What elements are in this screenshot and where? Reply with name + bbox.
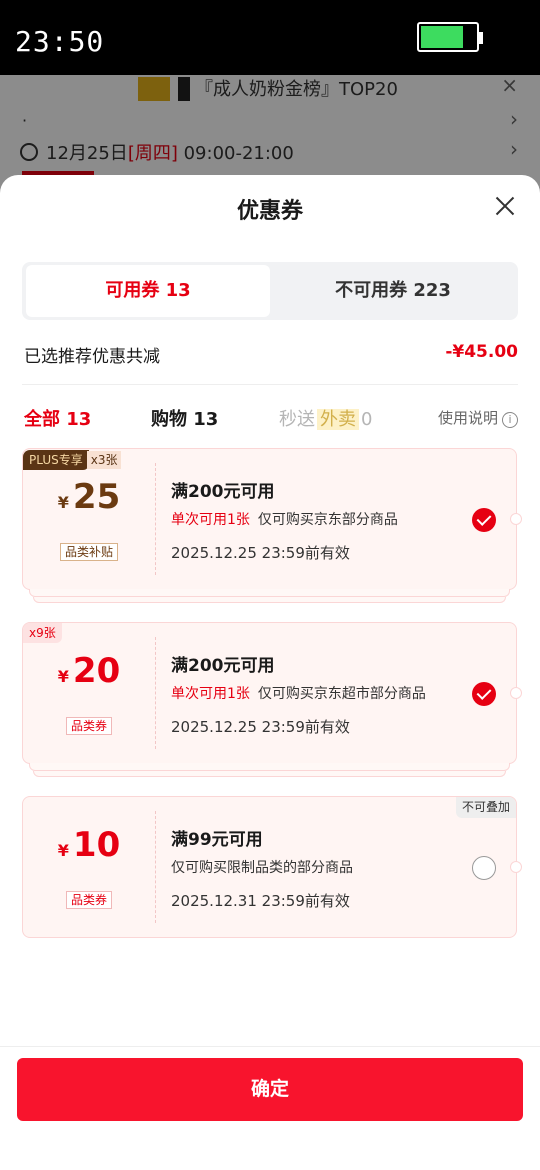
coupon-notch [510,861,522,873]
coupon-notch [510,513,522,525]
coupon-condition: 满99元可用 [171,830,263,850]
status-bar: 23:50 [0,0,540,75]
coupon-separator [155,811,156,923]
checkmark-icon[interactable] [472,682,496,706]
battery-icon [417,22,483,52]
coupon-expiry: 2025.12.25 23:59前有效 [171,718,350,736]
coupon-count-badge: x9张 [23,623,62,643]
coupon-stack-edge [29,763,510,771]
coupon-value: 20 [72,651,121,691]
plus-exclusive-badge: PLUS专享 x3张 [23,449,122,471]
saved-value: -¥45.00 [445,342,518,362]
coupon-category: 品类补贴 [23,541,155,561]
coupon-value: 25 [72,477,121,517]
coupon-count-badge: x3张 [86,451,122,469]
coupon-category: 品类券 [23,715,155,735]
status-time: 23:50 [15,25,105,58]
coupon-category-label: 品类券 [65,717,112,735]
coupon-category-label: 品类补贴 [59,543,118,561]
filter-all[interactable]: 全部 13 [24,405,91,431]
coupon-stack-edge [29,589,510,597]
currency-symbol: ¥ [57,667,69,686]
coupon-value: 10 [72,825,121,865]
coupon-filters: 全部 13 购物 13 秒送 外卖 0 使用说明 i [0,405,540,435]
coupon-amount: ¥20 [23,651,155,691]
coupon-card[interactable]: PLUS专享 x3张 ¥25 品类补贴 满200元可用 单次可用1张 仅可购买京东部… [22,448,522,603]
coupon-category: 品类券 [23,889,155,909]
filter-secondsend-label: 秒送 [279,409,315,430]
battery-level [421,26,463,48]
coupon-separator [155,463,156,575]
currency-symbol: ¥ [57,841,69,860]
coupon-description: 仅可购买限制品类的部分商品 [171,857,353,877]
coupon-limit: 单次可用1张 [171,512,250,528]
coupon-tabs: 可用券 13 不可用券 223 [22,262,518,320]
battery-nub [479,32,483,44]
coupon-limit: 单次可用1张 [171,686,250,702]
coupon-scope: 仅可购买京东部分商品 [257,512,398,528]
filter-shopping[interactable]: 购物 13 [151,405,218,431]
divider [22,384,518,385]
coupon-amount: ¥10 [23,825,155,865]
filter-secondsend[interactable]: 秒送 外卖 0 [279,405,372,431]
unchecked-circle-icon[interactable] [472,856,496,880]
tab-available[interactable]: 可用券 13 [26,265,270,317]
usage-help[interactable]: 使用说明 i [438,407,518,428]
coupon-condition: 满200元可用 [171,482,275,502]
coupon-notch [510,687,522,699]
info-icon: i [502,412,518,428]
sheet-title: 优惠券 [236,199,303,224]
filter-takeout-tag: 外卖 [317,409,359,430]
bottom-bar: 确定 [0,1046,540,1170]
coupon-stack-edge [33,771,506,777]
coupon-card[interactable]: x9张 ¥20 品类券 满200元可用 单次可用1张 仅可购买京东超市部分商品 2… [22,622,522,777]
coupon-stack-edge [33,597,506,603]
checkmark-icon[interactable] [472,508,496,532]
non-stackable-badge: 不可叠加 [455,797,516,818]
coupon-scope: 仅可购买限制品类的部分商品 [171,860,353,876]
coupon-expiry: 2025.12.25 23:59前有效 [171,544,350,562]
coupon-description: 单次可用1张 仅可购买京东超市部分商品 [171,683,426,703]
coupon-separator [155,637,156,749]
saved-label: 已选推荐优惠共减 [24,347,160,367]
tab-unavailable[interactable]: 不可用券 223 [272,265,514,317]
coupon-description: 单次可用1张 仅可购买京东部分商品 [171,509,398,529]
coupon-category-label: 品类券 [65,891,112,909]
coupon-condition: 满200元可用 [171,656,275,676]
coupon-sheet: 优惠券 可用券 13 不可用券 223 已选推荐优惠共减 -¥45.00 全部 … [0,175,540,1170]
filter-secondsend-count: 0 [361,409,373,430]
coupon-expiry: 2025.12.31 23:59前有效 [171,892,350,910]
currency-symbol: ¥ [57,493,69,512]
usage-help-label: 使用说明 [437,409,498,427]
confirm-button[interactable]: 确定 [17,1058,523,1121]
coupon-scope: 仅可购买京东超市部分商品 [257,686,426,702]
plus-badge-label: PLUS专享 [23,450,89,470]
close-icon[interactable] [492,193,518,219]
coupon-amount: ¥25 [23,477,155,517]
coupon-card[interactable]: 不可叠加 ¥10 品类券 满99元可用 仅可购买限制品类的部分商品 2025.1… [22,796,522,938]
